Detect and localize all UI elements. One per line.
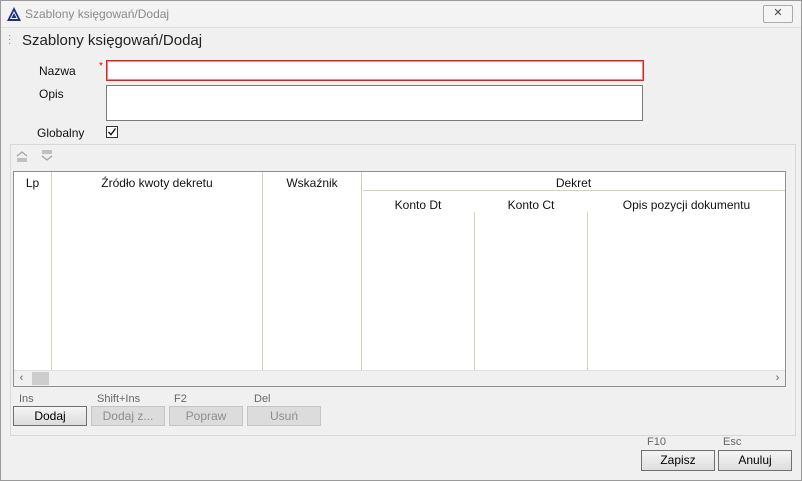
title-bar[interactable]: Szablony księgowań/Dodaj ✕ xyxy=(1,1,801,28)
name-label: Nazwa xyxy=(39,64,76,78)
cancel-shortcut: Esc xyxy=(723,436,742,448)
grip-icon: · · · xyxy=(8,30,12,49)
move-down-icon[interactable] xyxy=(40,149,54,163)
scroll-left-icon[interactable]: ‹ xyxy=(14,371,29,386)
scroll-right-icon[interactable]: › xyxy=(770,371,785,386)
shortcut-hint: Ins xyxy=(19,393,34,405)
app-triangle-icon xyxy=(7,7,21,21)
close-icon: ✕ xyxy=(773,7,783,19)
description-label: Opis xyxy=(39,87,64,101)
horizontal-scrollbar[interactable]: ‹ › xyxy=(14,370,785,386)
column-divider xyxy=(51,172,52,372)
required-mark: * xyxy=(99,61,103,72)
global-label: Globalny xyxy=(37,126,85,140)
page-title: Szablony księgowań/Dodaj xyxy=(22,32,203,49)
column-divider xyxy=(474,212,475,372)
checkmark-icon xyxy=(108,128,117,136)
shortcut-hint: Del xyxy=(254,393,271,405)
scrollbar-thumb[interactable] xyxy=(32,372,49,385)
column-divider xyxy=(587,212,588,372)
column-header-source[interactable]: Źródło kwoty dekretu xyxy=(52,176,262,190)
column-header-account-dt[interactable]: Konto Dt xyxy=(362,198,474,212)
name-input[interactable] xyxy=(106,60,644,81)
move-up-icon[interactable] xyxy=(15,149,29,163)
global-checkbox[interactable] xyxy=(106,126,118,138)
save-button[interactable]: Zapisz xyxy=(641,450,715,471)
cancel-button[interactable]: Anuluj xyxy=(718,450,792,471)
shortcut-hint: Shift+Ins xyxy=(97,393,141,405)
delete-button[interactable]: Usuń xyxy=(247,406,321,426)
edit-button[interactable]: Popraw xyxy=(169,406,243,426)
column-header-indicator[interactable]: Wskaźnik xyxy=(263,176,361,190)
entries-grid[interactable]: Lp Źródło kwoty dekretu Wskaźnik Dekret … xyxy=(13,171,786,387)
group-header-divider xyxy=(363,190,785,191)
form-header: · · · Szablony księgowań/Dodaj xyxy=(1,28,801,52)
column-divider xyxy=(262,172,263,372)
column-header-position-description[interactable]: Opis pozycji dokumentu xyxy=(588,198,785,212)
add-button[interactable]: Dodaj xyxy=(13,406,87,426)
save-shortcut: F10 xyxy=(647,436,666,448)
close-button[interactable]: ✕ xyxy=(763,5,793,23)
column-header-decree: Dekret xyxy=(555,176,592,190)
add-from-button[interactable]: Dodaj z... xyxy=(91,406,165,426)
dialog-window: Szablony księgowań/Dodaj ✕ · · · Szablony … xyxy=(0,0,802,481)
window-title: Szablony księgowań/Dodaj xyxy=(25,7,170,21)
description-field[interactable] xyxy=(106,85,643,121)
shortcut-hint: F2 xyxy=(174,393,187,405)
column-header-lp[interactable]: Lp xyxy=(14,176,51,190)
column-header-account-ct[interactable]: Konto Ct xyxy=(475,198,587,212)
